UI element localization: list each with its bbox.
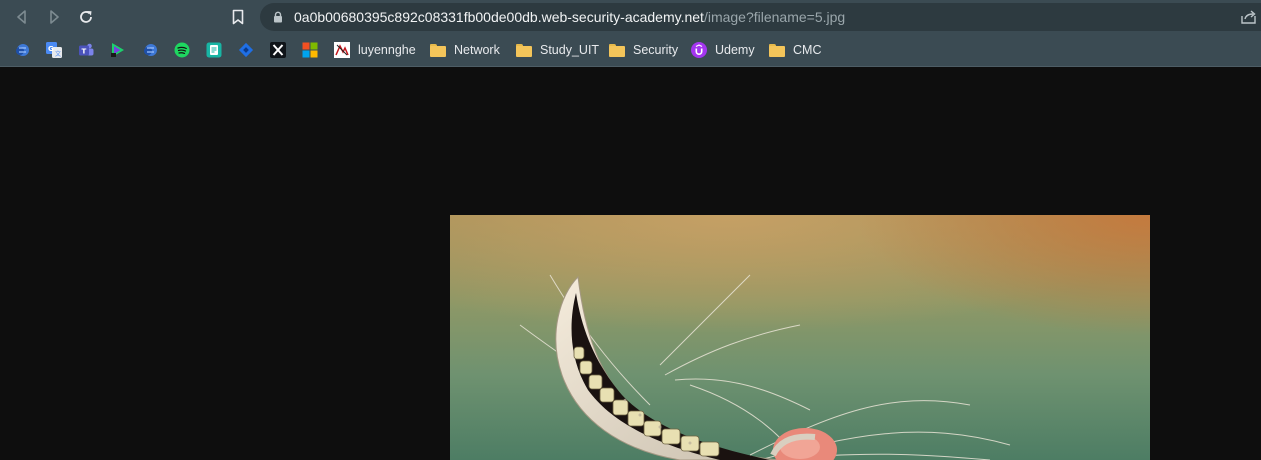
browser-toolbar: 0a0b00680395c892c08331fb00de00db.web-sec… bbox=[0, 0, 1261, 34]
bookmark-label: Security bbox=[633, 43, 679, 57]
site-icon-1 bbox=[16, 44, 29, 56]
folder-icon bbox=[430, 43, 446, 57]
luyennghe-icon bbox=[334, 42, 350, 58]
svg-text:G: G bbox=[48, 45, 54, 53]
bookmark-item[interactable] bbox=[110, 40, 126, 60]
bookmark-folder-study-uit[interactable]: Study_UIT bbox=[516, 40, 599, 60]
bookmark-item[interactable] bbox=[142, 40, 158, 60]
google-translate-icon: G 文 bbox=[46, 42, 62, 58]
svg-text:文: 文 bbox=[55, 50, 61, 58]
bookmark-folder-network[interactable]: Network bbox=[430, 40, 500, 60]
bookmarks-bar: G 文 T luyennghe Network Study_UIT Securi… bbox=[0, 34, 1261, 67]
bookmark-label: Network bbox=[454, 43, 500, 57]
bookmark-item[interactable]: T bbox=[78, 40, 94, 60]
bookmark-icon[interactable] bbox=[226, 6, 250, 28]
bookmark-item[interactable] bbox=[174, 40, 190, 60]
bookmark-label: luyennghe bbox=[358, 43, 416, 57]
folder-icon bbox=[769, 43, 785, 57]
back-arrow-icon[interactable] bbox=[10, 6, 34, 28]
folder-icon bbox=[609, 43, 625, 57]
url-host: 0a0b00680395c892c08331fb00de00db.web-sec… bbox=[294, 9, 704, 25]
url-text[interactable]: 0a0b00680395c892c08331fb00de00db.web-sec… bbox=[294, 9, 845, 25]
bookmark-item[interactable] bbox=[238, 40, 254, 60]
spotify-icon bbox=[174, 42, 190, 58]
bookmark-luyennghe[interactable]: luyennghe bbox=[334, 40, 416, 60]
bookmark-item[interactable] bbox=[14, 40, 30, 60]
address-bar[interactable]: 0a0b00680395c892c08331fb00de00db.web-sec… bbox=[260, 3, 1261, 31]
bookmark-label: Study_UIT bbox=[540, 43, 600, 57]
reload-icon[interactable] bbox=[74, 6, 98, 28]
teams-icon: T bbox=[79, 43, 94, 56]
bookmark-item[interactable] bbox=[270, 40, 286, 60]
microsoft-icon bbox=[302, 42, 318, 58]
diamond-icon bbox=[238, 42, 254, 58]
site-icon-2 bbox=[144, 44, 157, 56]
bookmark-item[interactable] bbox=[206, 40, 222, 60]
bookmark-label: CMC bbox=[793, 43, 822, 57]
x-icon bbox=[270, 42, 286, 58]
svg-text:T: T bbox=[82, 48, 87, 56]
bookmark-folder-security[interactable]: Security bbox=[609, 40, 678, 60]
url-path: /image?filename=5.jpg bbox=[703, 9, 846, 25]
page-viewport bbox=[0, 68, 1261, 460]
bookmark-folder-cmc[interactable]: CMC bbox=[769, 40, 821, 60]
bookmark-item[interactable] bbox=[302, 40, 318, 60]
cheshire-cat-grin-image bbox=[450, 215, 1150, 460]
bookmark-udemy[interactable]: Udemy bbox=[691, 40, 755, 60]
forward-arrow-icon[interactable] bbox=[42, 6, 66, 28]
media-player-icon bbox=[111, 43, 124, 57]
udemy-icon bbox=[691, 42, 707, 58]
bookmark-item[interactable]: G 文 bbox=[46, 40, 62, 60]
share-icon[interactable] bbox=[1240, 9, 1258, 25]
bookmark-label: Udemy bbox=[715, 43, 755, 57]
lock-icon[interactable] bbox=[272, 11, 284, 23]
folder-icon bbox=[516, 43, 532, 57]
quiz-icon bbox=[206, 42, 222, 58]
